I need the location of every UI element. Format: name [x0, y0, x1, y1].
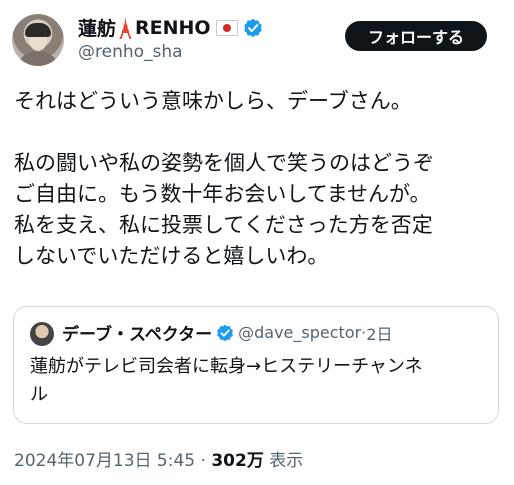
quoted-author-avatar[interactable] [30, 322, 54, 346]
tweet-line: ご自由に。もう数十年お会いしてませんが。 [14, 182, 431, 206]
views-label: 表示 [263, 451, 304, 471]
quoted-author-name[interactable]: デーブ・スペクター [62, 320, 212, 345]
tokyo-tower-icon [119, 16, 132, 39]
author-handle[interactable]: @renho_sha [78, 42, 183, 62]
tweet-line: それはどういう意味かしら、デーブさん。 [14, 89, 412, 113]
author-name-row[interactable]: 蓮舫 RENHO [78, 14, 263, 41]
quoted-tweet-line: 蓮舫がテレビ司会者に転身→ヒステリーチャンネ [30, 356, 423, 377]
quoted-author-handle[interactable]: @dave_spector [238, 323, 361, 342]
tweet-timestamp[interactable]: 2024年07月13日 5:45 [14, 451, 195, 471]
tweet-body: それはどういう意味かしら、デーブさん。 私の闘いや私の姿勢を個人で笑うのはどうぞ… [14, 86, 506, 272]
follow-button[interactable]: フォローする [345, 21, 487, 51]
tweet-line: 私の闘いや私の姿勢を個人で笑うのはどうぞ [14, 151, 434, 175]
tweet-line: しないでいただけると嬉しいわ。 [14, 244, 329, 268]
views-count: 302万 [211, 451, 264, 471]
tweet-meta-row: 2024年07月13日 5:45 · 302万 表示 [14, 446, 303, 471]
quoted-tweet-text: 蓮舫がテレビ司会者に転身→ヒステリーチャンネ ル [30, 353, 490, 409]
author-name[interactable]: 蓮舫 [78, 14, 116, 41]
author-avatar[interactable] [12, 14, 64, 66]
quoted-tweet-card[interactable]: デーブ・スペクター @dave_spector · 2日 蓮舫がテレビ司会者に転… [13, 306, 499, 424]
author-name-suffix[interactable]: RENHO [135, 17, 211, 39]
meta-separator: · [195, 451, 212, 471]
quoted-tweet-age[interactable]: 2日 [366, 321, 392, 345]
tweet-line: 私を支え、私に投票してくださった方を否定 [14, 213, 433, 237]
verified-badge-icon [217, 324, 234, 341]
verified-badge-icon [243, 18, 262, 37]
japan-flag-icon [215, 19, 238, 36]
quoted-tweet-line: ル [30, 384, 48, 405]
quoted-tweet-header: デーブ・スペクター @dave_spector · 2日 [62, 320, 392, 345]
